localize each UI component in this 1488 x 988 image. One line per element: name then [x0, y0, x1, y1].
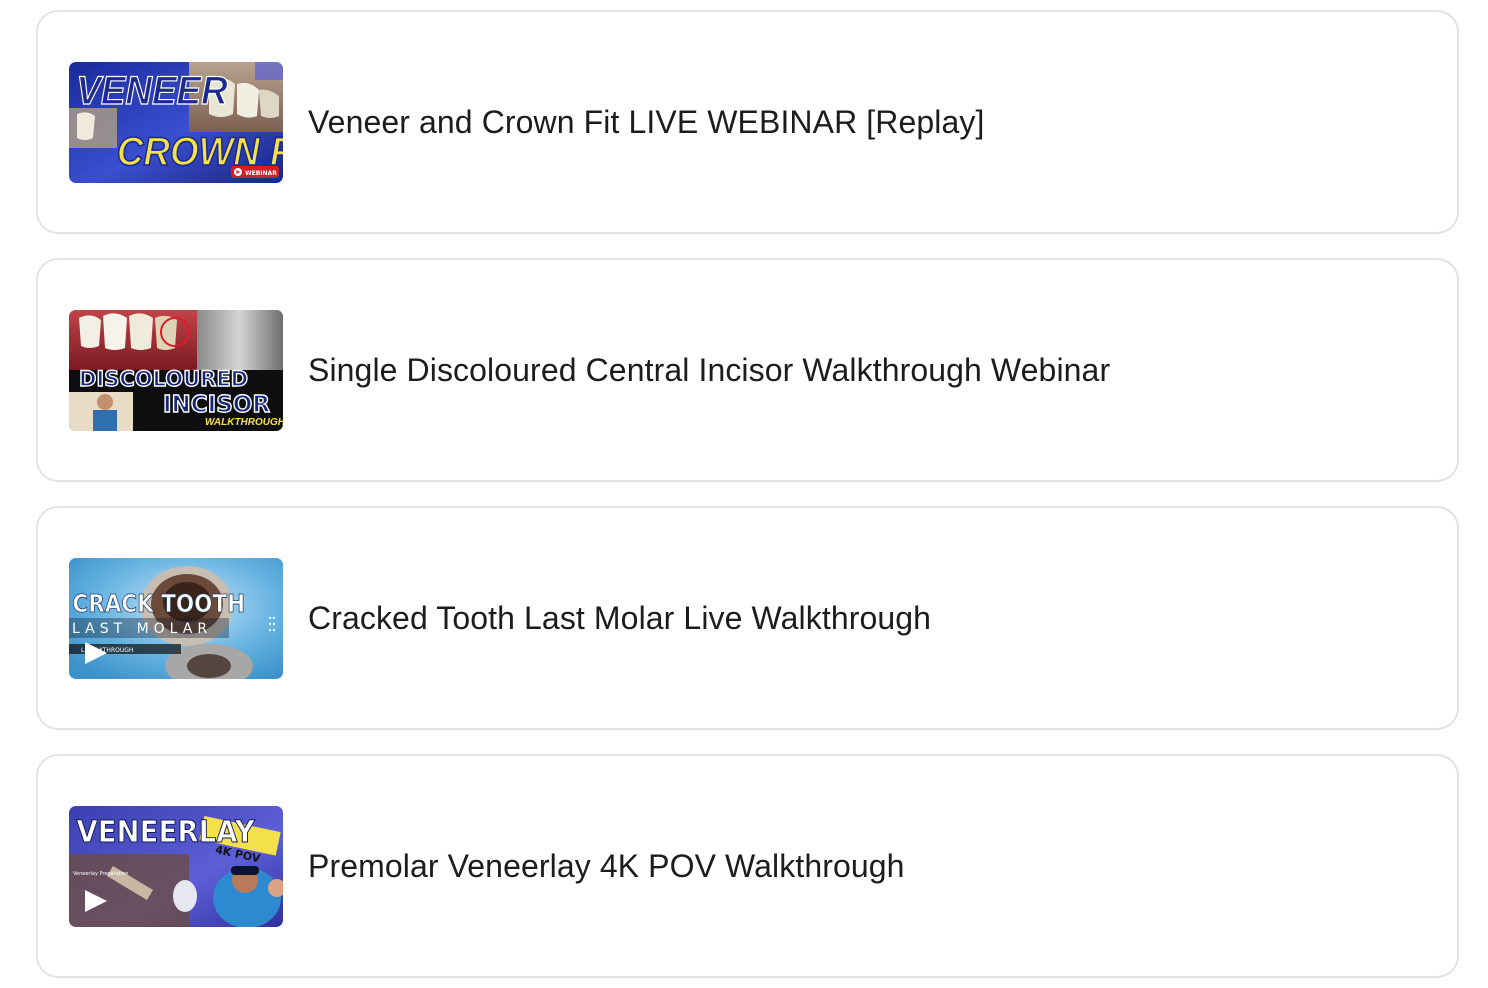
thumb-line1: VENEERLAY [76, 814, 256, 849]
thumbnail-image: 4K POV VENEERLAY Veneerlay Preparation [69, 806, 283, 927]
lesson-thumbnail[interactable]: DISCOLOURED INCISOR WALKTHROUGH [69, 310, 283, 431]
thumb-line3: WALKTHROUGH [205, 417, 283, 428]
lesson-card[interactable]: VENEER CROWN FIT WEBINAR Veneer and Crow… [36, 10, 1459, 234]
lesson-card[interactable]: DISCOLOURED INCISOR WALKTHROUGH Single D… [36, 258, 1459, 482]
lesson-title[interactable]: Premolar Veneerlay 4K POV Walkthrough [308, 756, 1428, 976]
thumbnail-image: DISCOLOURED INCISOR WALKTHROUGH [69, 310, 283, 431]
thumb-line1: DISCOLOURED [79, 367, 248, 391]
lesson-card[interactable]: CRACK TOOTH LAST MOLAR L WALKTHROUGH Cra… [36, 506, 1459, 730]
lesson-title[interactable]: Single Discoloured Central Incisor Walkt… [308, 260, 1428, 480]
thumb-line2: INCISOR [163, 392, 270, 418]
thumb-line2: LAST MOLAR [72, 621, 212, 637]
lesson-card[interactable]: 4K POV VENEERLAY Veneerlay Preparation P… [36, 754, 1459, 978]
lesson-title[interactable]: Cracked Tooth Last Molar Live Walkthroug… [308, 508, 1428, 728]
thumbnail-image: VENEER CROWN FIT WEBINAR [69, 62, 283, 183]
lesson-thumbnail[interactable]: 4K POV VENEERLAY Veneerlay Preparation [69, 806, 283, 927]
thumb-line1: VENEER [76, 69, 228, 114]
thumb-line3: Veneerlay Preparation [73, 871, 128, 877]
lesson-thumbnail[interactable]: VENEER CROWN FIT WEBINAR [69, 62, 283, 183]
lesson-thumbnail[interactable]: CRACK TOOTH LAST MOLAR L WALKTHROUGH [69, 558, 283, 679]
lesson-list: VENEER CROWN FIT WEBINAR Veneer and Crow… [36, 10, 1459, 988]
lesson-title[interactable]: Veneer and Crown Fit LIVE WEBINAR [Repla… [308, 12, 1428, 232]
thumb-badge: WEBINAR [245, 170, 277, 177]
thumb-line1: CRACK TOOTH [72, 589, 245, 618]
thumbnail-image: CRACK TOOTH LAST MOLAR L WALKTHROUGH [69, 558, 283, 679]
